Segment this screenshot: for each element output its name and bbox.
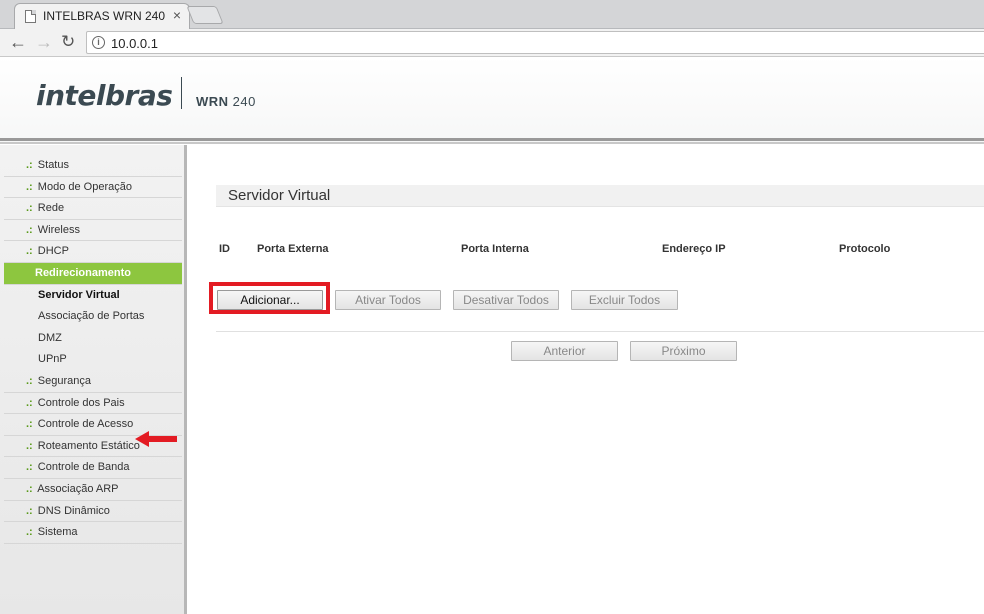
model-prefix: WRN (196, 94, 229, 109)
content-divider (216, 331, 984, 332)
reload-icon[interactable]: ↻ (61, 33, 75, 51)
sidebar: .: Status .: Modo de Operação .: Rede .:… (0, 145, 187, 614)
sidebar-item-system[interactable]: .: Sistema (4, 522, 182, 544)
sidebar-subitem-virtual-server[interactable]: Servidor Virtual (4, 285, 182, 307)
sidebar-item-status[interactable]: .: Status (4, 155, 182, 177)
header-divider-light (0, 142, 984, 144)
router-header: intelbras WRN 240 (0, 57, 984, 191)
sidebar-item-wireless[interactable]: .: Wireless (4, 220, 182, 242)
sidebar-item-network[interactable]: .: Rede (4, 198, 182, 220)
page-title-bar: Servidor Virtual (216, 185, 984, 207)
column-header-id: ID (219, 243, 230, 255)
sidebar-item-arp-binding[interactable]: .: Associação ARP (4, 479, 182, 501)
url-text[interactable]: 10.0.0.1 (111, 36, 158, 51)
next-button[interactable]: Próximo (630, 341, 737, 361)
previous-button[interactable]: Anterior (511, 341, 618, 361)
address-bar[interactable]: i 10.0.0.1 (86, 31, 984, 54)
sidebar-subitem-upnp[interactable]: UPnP (4, 349, 182, 371)
sidebar-item-security[interactable]: .: Segurança (4, 371, 182, 393)
tab-title: INTELBRAS WRN 240 (43, 9, 166, 23)
red-arrow-annotation-icon (135, 431, 177, 447)
enable-all-button[interactable]: Ativar Todos (335, 290, 441, 310)
disable-all-button[interactable]: Desativar Todos (453, 290, 559, 310)
brand-divider (181, 77, 182, 109)
column-header-protocol: Protocolo (839, 243, 891, 255)
column-header-ip-address: Endereço IP (662, 243, 726, 255)
column-header-external-port: Porta Externa (257, 243, 329, 255)
main-content: Servidor Virtual ID Porta Externa Porta … (187, 145, 984, 614)
sidebar-subitem-port-triggering[interactable]: Associação de Portas (4, 306, 182, 328)
sidebar-subitem-dmz[interactable]: DMZ (4, 328, 182, 350)
delete-all-button[interactable]: Excluir Todos (571, 290, 678, 310)
add-button[interactable]: Adicionar... (217, 290, 323, 310)
header-divider (0, 138, 984, 141)
browser-tab-bar: INTELBRAS WRN 240 × (0, 0, 984, 29)
arrow-left-icon[interactable]: ← (9, 33, 27, 51)
browser-toolbar: ← → ↻ i 10.0.0.1 (0, 29, 984, 57)
info-icon[interactable]: i (92, 36, 105, 49)
arrow-right-icon[interactable]: → (35, 33, 53, 51)
sidebar-item-bandwidth-control[interactable]: .: Controle de Banda (4, 457, 182, 479)
sidebar-item-forwarding[interactable]: Redirecionamento (4, 262, 182, 285)
browser-tab[interactable]: INTELBRAS WRN 240 × (14, 3, 190, 29)
model-name: WRN 240 (196, 94, 256, 109)
sidebar-item-parental-control[interactable]: .: Controle dos Pais (4, 393, 182, 415)
page-icon (25, 10, 36, 23)
column-header-internal-port: Porta Interna (461, 243, 529, 255)
close-tab-icon[interactable]: × (173, 7, 181, 23)
brand-logo: intelbras (36, 79, 173, 112)
sidebar-item-dynamic-dns[interactable]: .: DNS Dinâmico (4, 501, 182, 523)
sidebar-menu: .: Status .: Modo de Operação .: Rede .:… (4, 155, 182, 544)
model-number: 240 (232, 94, 256, 109)
new-tab-button[interactable] (186, 6, 224, 24)
sidebar-item-operation-mode[interactable]: .: Modo de Operação (4, 177, 182, 199)
sidebar-item-dhcp[interactable]: .: DHCP (4, 241, 182, 263)
page-title: Servidor Virtual (228, 187, 331, 204)
